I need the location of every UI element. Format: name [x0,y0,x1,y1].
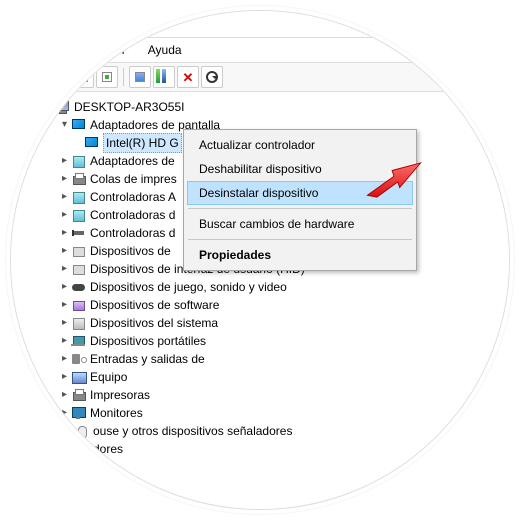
menu-help[interactable]: Ayuda [144,41,186,59]
tree-category-game[interactable]: ▸ Dispositivos de juego, sonido y video [13,278,510,296]
expander-icon[interactable]: ▸ [59,368,70,386]
category-label: Adaptadores de [90,152,175,170]
toolbar-button-5[interactable] [129,66,151,88]
display-adapter-icon [84,136,100,150]
category-label: Monitores [90,404,143,422]
category-label: Controladoras d [90,206,175,224]
menu-view[interactable]: Ver [104,41,130,59]
toolbar-button-4[interactable] [96,66,118,88]
category-label: Entradas y salidas de [90,350,205,368]
tree-category-processors[interactable]: dores [13,440,510,458]
context-menu: Actualizar controlador Deshabilitar disp… [183,129,417,271]
tree-category-system[interactable]: ▸ Dispositivos del sistema [13,314,510,332]
toolbar-button-2[interactable] [39,66,61,88]
toolbar-remove-button[interactable]: ✕ [177,66,199,88]
expander-icon[interactable]: ▸ [59,386,70,404]
software-icon [71,298,87,312]
x-icon: ✕ [183,71,194,84]
mouse-icon [74,424,90,438]
device-icon [71,208,87,222]
device-icon [71,244,87,258]
tree-category-monitors[interactable]: ▸ Monitores [13,404,510,422]
toolbar-button-1[interactable] [15,66,37,88]
display-adapter-icon [71,118,87,132]
expander-icon[interactable]: ▸ [59,350,70,368]
expander-icon[interactable]: ▸ [59,206,70,224]
computer-icon [55,100,71,114]
category-label: Equipo [90,368,127,386]
tree-category-printers[interactable]: ▸ Impresoras [13,386,510,404]
expander-icon[interactable]: ▾ [59,116,70,134]
toolbar-button-6[interactable] [153,66,175,88]
laptop-icon [71,334,87,348]
expander-icon[interactable]: ▸ [59,296,70,314]
device-icon [71,154,87,168]
context-menu-uninstall-device[interactable]: Desinstalar dispositivo [187,181,413,205]
category-label: Controladoras A [90,188,176,206]
expander-icon[interactable]: ▸ [59,152,70,170]
menu-file[interactable]: vo [11,41,32,59]
context-menu-separator [188,208,412,209]
tree-category-mouse[interactable]: ouse y otros dispositivos señaladores [13,422,510,440]
category-label: Impresoras [90,386,150,404]
context-menu-separator [188,239,412,240]
expander-icon[interactable]: ▸ [59,224,70,242]
context-menu-disable-device[interactable]: Deshabilitar dispositivo [187,157,413,181]
expander-icon[interactable]: ▸ [59,188,70,206]
expander-icon[interactable]: ▸ [59,404,70,422]
device-icon [71,190,87,204]
menu-action[interactable]: Acción [46,41,90,59]
category-label: Dispositivos del sistema [90,314,218,332]
root-label: DESKTOP-AR3O55I [74,98,184,116]
category-label: Dispositivos de software [90,296,219,314]
toolbar-scan-button[interactable] [201,66,223,88]
menu-bar: vo Acción Ver Ayuda [11,38,510,63]
tree-category-portable[interactable]: ▸ Dispositivos portátiles [13,332,510,350]
category-label: Dispositivos portátiles [90,332,206,350]
category-label: ouse y otros dispositivos señaladores [93,422,292,440]
expander-icon[interactable]: ▸ [59,170,70,188]
monitor-icon [71,406,87,420]
expander-icon[interactable]: ▸ [59,332,70,350]
toolbar-button-3[interactable] [72,66,94,88]
window-title-text: istrador de dispositivos [11,17,133,31]
tree-root-node[interactable]: ▾ DESKTOP-AR3O55I [13,98,510,116]
category-label: Dispositivos de [90,242,171,260]
printer-icon [71,172,87,186]
window-title: istrador de dispositivos [11,11,510,38]
expander-icon[interactable]: ▸ [59,314,70,332]
context-menu-scan-hardware[interactable]: Buscar cambios de hardware [187,212,413,236]
expander-icon[interactable]: ▾ [43,98,54,116]
tree-category-audio-io[interactable]: ▸ Entradas y salidas de [13,350,510,368]
expander-icon[interactable]: ▸ [59,242,70,260]
selected-device-label: Intel(R) HD G [103,133,182,153]
category-label: dores [93,440,123,458]
expander-icon[interactable]: ▸ [59,260,70,278]
tree-category-software[interactable]: ▸ Dispositivos de software [13,296,510,314]
audio-icon [71,352,87,366]
scan-icon [206,71,218,83]
toolbar: ✕ [11,63,510,92]
system-icon [71,316,87,330]
expander-icon[interactable]: ▸ [59,278,70,296]
team-icon [71,370,87,384]
tree-category-team[interactable]: ▸ Equipo [13,368,510,386]
hid-icon [71,262,87,276]
category-label: Controladoras d [90,224,175,242]
category-label: Dispositivos de juego, sonido y video [90,278,287,296]
context-menu-properties[interactable]: Propiedades [187,243,413,267]
game-icon [71,280,87,294]
context-menu-update-driver[interactable]: Actualizar controlador [187,133,413,157]
category-label: Colas de impres [90,170,177,188]
usb-icon [71,226,87,240]
printer-icon [71,388,87,402]
